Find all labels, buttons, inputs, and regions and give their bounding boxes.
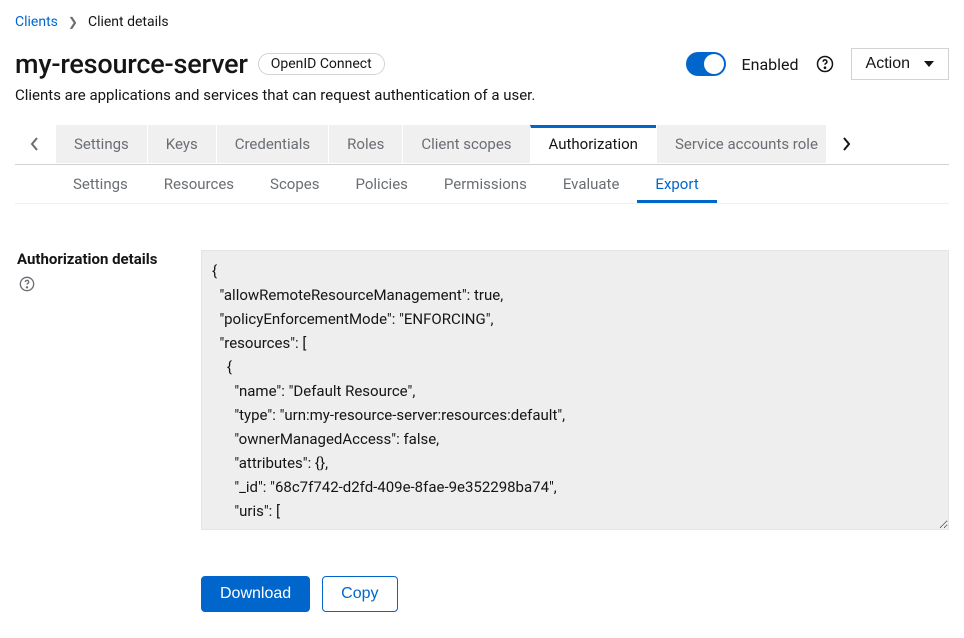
help-icon[interactable] bbox=[815, 54, 835, 74]
subtab-scopes[interactable]: Scopes bbox=[252, 165, 337, 203]
breadcrumb-root-link[interactable]: Clients bbox=[15, 14, 58, 30]
protocol-badge: OpenID Connect bbox=[258, 53, 385, 75]
subtab-permissions[interactable]: Permissions bbox=[426, 165, 545, 203]
subtab-evaluate[interactable]: Evaluate bbox=[545, 165, 638, 203]
tab-credentials[interactable]: Credentials bbox=[216, 125, 328, 163]
action-label: Action bbox=[866, 55, 910, 73]
subtab-resources[interactable]: Resources bbox=[146, 165, 252, 203]
copy-button[interactable]: Copy bbox=[322, 576, 397, 612]
tab-keys[interactable]: Keys bbox=[147, 125, 216, 163]
primary-tabs: SettingsKeysCredentialsRolesClient scope… bbox=[55, 125, 826, 163]
page-subtitle: Clients are applications and services th… bbox=[15, 86, 949, 104]
tabs-scroll-right[interactable] bbox=[826, 124, 866, 164]
chevron-right-icon: ❯ bbox=[68, 15, 78, 29]
subtab-export[interactable]: Export bbox=[637, 165, 716, 203]
tab-settings[interactable]: Settings bbox=[55, 125, 147, 163]
page-title: my-resource-server bbox=[15, 48, 248, 80]
breadcrumb: Clients ❯ Client details bbox=[15, 14, 949, 30]
caret-down-icon bbox=[924, 61, 934, 67]
tab-client-scopes[interactable]: Client scopes bbox=[402, 125, 529, 163]
breadcrumb-current: Client details bbox=[88, 14, 169, 30]
enabled-toggle[interactable] bbox=[686, 52, 726, 76]
sub-tabs: SettingsResourcesScopesPoliciesPermissio… bbox=[15, 165, 949, 204]
tab-service-accounts-role[interactable]: Service accounts role bbox=[656, 125, 826, 163]
action-dropdown[interactable]: Action bbox=[851, 48, 949, 80]
authorization-details-textarea[interactable] bbox=[201, 250, 949, 530]
tabs-scroll-left[interactable] bbox=[15, 124, 55, 164]
download-button[interactable]: Download bbox=[201, 576, 310, 612]
enabled-label: Enabled bbox=[742, 55, 799, 74]
tab-authorization[interactable]: Authorization bbox=[530, 125, 656, 163]
subtab-policies[interactable]: Policies bbox=[337, 165, 425, 203]
details-help-icon[interactable] bbox=[17, 274, 37, 294]
tab-roles[interactable]: Roles bbox=[328, 125, 402, 163]
subtab-settings[interactable]: Settings bbox=[55, 165, 146, 203]
details-label: Authorization details bbox=[17, 250, 201, 268]
